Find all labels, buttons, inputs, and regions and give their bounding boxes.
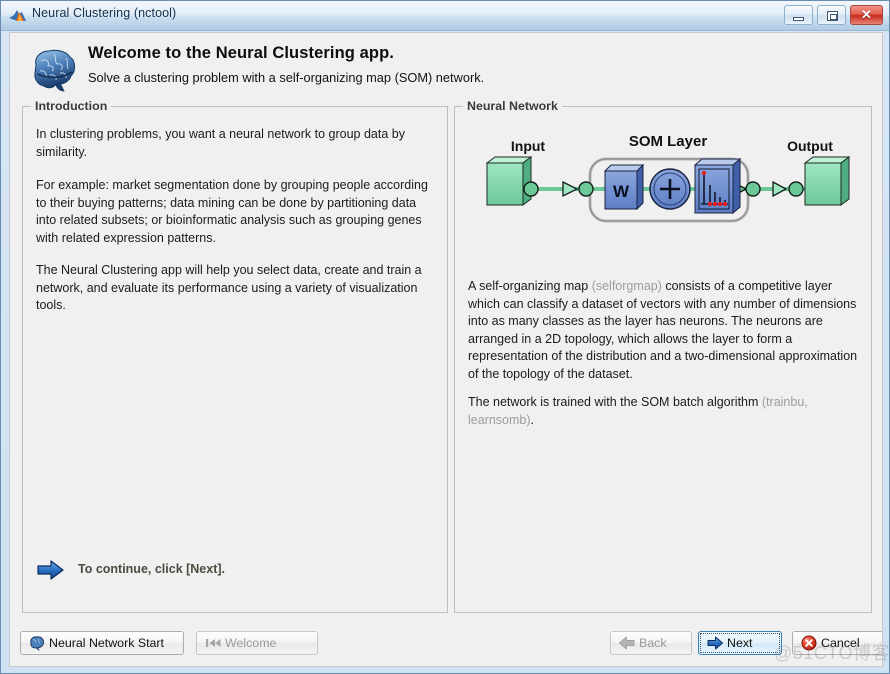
network-description-1-after: consists of a competitive layer which ca… [468, 279, 858, 381]
cancel-button[interactable]: Cancel [792, 631, 882, 655]
error-x-icon [800, 635, 818, 651]
rewind-icon [204, 635, 222, 651]
neural-network-start-label: Neural Network Start [49, 636, 164, 650]
close-button[interactable]: ✕ [850, 5, 883, 25]
continue-hint-text: To continue, click [Next]. [78, 562, 226, 576]
close-icon: ✕ [861, 7, 872, 22]
back-label: Back [639, 636, 667, 650]
neural-network-panel: Neural Network Input SOM Layer Output W … [454, 99, 872, 613]
application-window: Neural Clustering (nctool) ✕ Welcome to … [0, 0, 890, 674]
brain-icon [28, 635, 46, 651]
introduction-panel: Introduction In clustering problems, you… [22, 99, 448, 613]
left-arrow-icon [618, 635, 636, 651]
next-button[interactable]: Next [698, 631, 782, 655]
network-diagram: Input SOM Layer Output W [455, 127, 871, 247]
window-title: Neural Clustering (nctool) [32, 6, 177, 20]
maximize-icon [827, 11, 838, 21]
svg-text:Input: Input [511, 138, 546, 154]
network-description-2-before: The network is trained with the SOM batc… [468, 395, 762, 409]
matlab-membrane-icon [8, 7, 27, 25]
neural-network-start-button[interactable]: Neural Network Start [20, 631, 184, 655]
back-button[interactable]: Back [610, 631, 692, 655]
brain-icon [26, 45, 82, 93]
network-description-1-before: A self-organizing map [468, 279, 592, 293]
welcome-button[interactable]: Welcome [196, 631, 318, 655]
introduction-paragraph-3: The Neural Clustering app will help you … [36, 263, 422, 313]
page-subtitle: Solve a clustering problem with a self-o… [88, 70, 485, 85]
welcome-label: Welcome [225, 636, 277, 650]
title-bar: Neural Clustering (nctool) ✕ [1, 1, 889, 31]
continue-hint: To continue, click [Next]. [36, 559, 436, 583]
right-arrow-icon [706, 635, 724, 651]
svg-text:Output: Output [787, 138, 833, 154]
app-header: Welcome to the Neural Clustering app. So… [10, 33, 882, 105]
network-description-2-after: . [530, 412, 535, 427]
network-description-1: A self-organizing map (selforgmap) consi… [468, 278, 860, 384]
compet-transfer-function-icon [693, 157, 742, 215]
svg-text:SOM Layer: SOM Layer [629, 133, 708, 150]
client-area: Welcome to the Neural Clustering app. So… [9, 32, 883, 667]
selforgmap-function-link[interactable]: (selforgmap) [592, 279, 662, 293]
next-label: Next [727, 636, 753, 650]
minimize-button[interactable] [784, 5, 813, 25]
right-arrow-icon [36, 559, 66, 581]
minimize-icon [793, 17, 804, 21]
introduction-legend: Introduction [31, 99, 112, 113]
page-title: Welcome to the Neural Clustering app. [88, 44, 394, 62]
network-description-2: The network is trained with the SOM batc… [468, 394, 860, 429]
maximize-button[interactable] [817, 5, 846, 25]
introduction-paragraph-2: For example: market segmentation done by… [36, 178, 428, 245]
svg-text:W: W [613, 182, 630, 201]
cancel-label: Cancel [821, 636, 860, 650]
neural-network-legend: Neural Network [463, 99, 562, 113]
introduction-paragraph-1: In clustering problems, you want a neura… [36, 127, 405, 159]
